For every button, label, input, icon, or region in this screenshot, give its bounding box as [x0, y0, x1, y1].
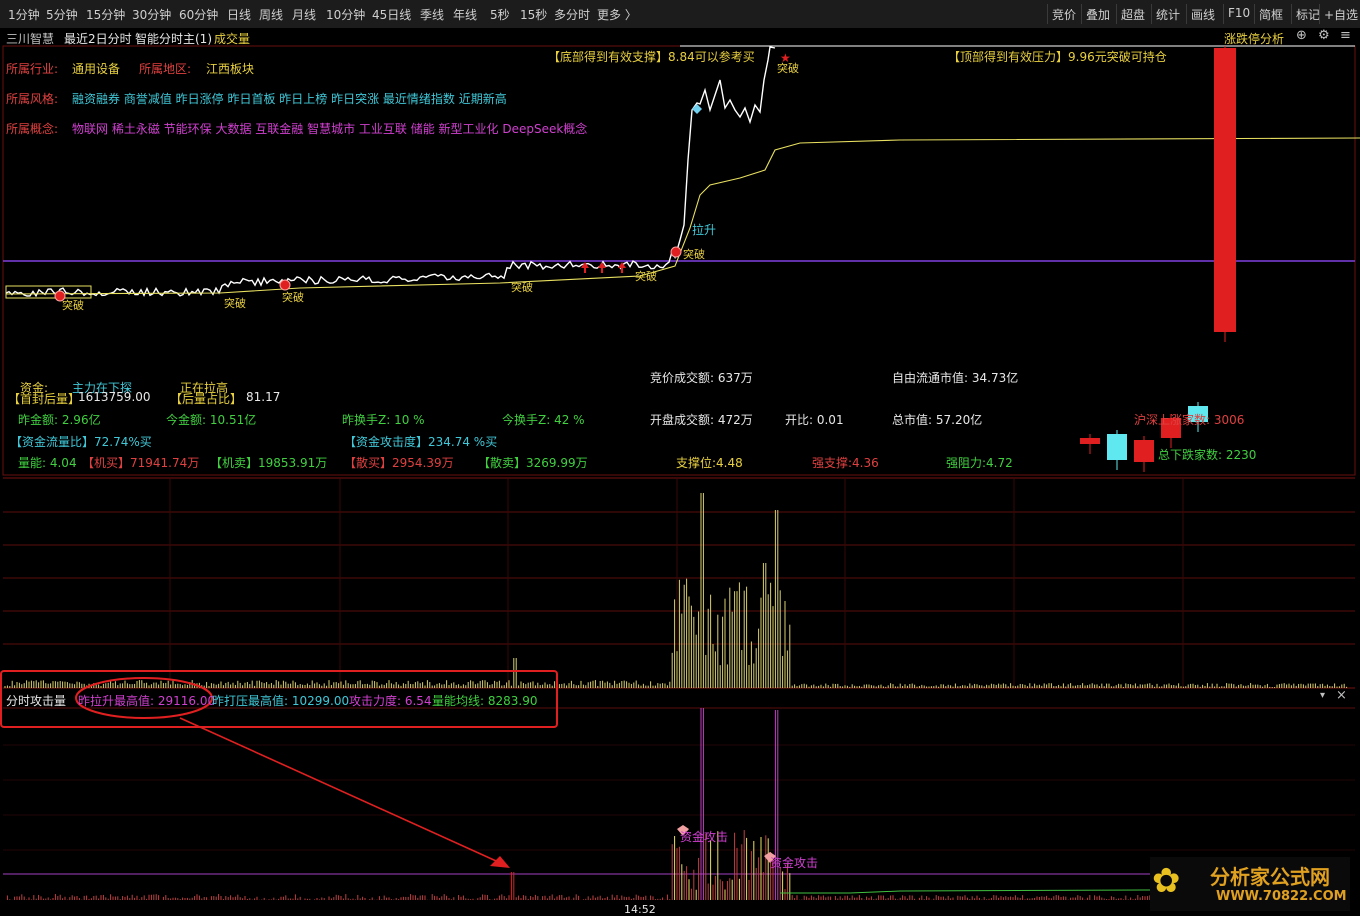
break-label-7: 突破: [777, 62, 799, 75]
open-ratio: 开比: 0.01: [785, 413, 844, 427]
market-up-count: 沪深上涨家数: 3006: [1134, 413, 1245, 427]
strong-support: 强支撑:4.36: [812, 456, 879, 470]
total-cap: 总市值: 57.20亿: [892, 413, 983, 427]
break-label-1: 突破: [62, 299, 84, 312]
pressure-note: 【顶部得到有效压力】9.96元突破可持仓: [948, 50, 1167, 64]
break-label-4: 突破: [511, 281, 533, 294]
attack-power: 攻击力度: 6.54: [349, 694, 432, 708]
retail-buy: 【散买】2954.39万: [344, 456, 454, 470]
vol-energy: 量能: 4.04: [18, 456, 77, 470]
free-cap: 自由流通市值: 34.73亿: [892, 371, 1019, 385]
annotation-arrow-line: [179, 717, 506, 866]
market-down-count: 总下跌家数: 2230: [1158, 448, 1257, 462]
auction-amount: 竞价成交额: 637万: [650, 371, 753, 385]
prev-turnover: 昨换手Z: 10 %: [342, 413, 425, 427]
attack-degree: 【资金攻击度】234.74 %买: [344, 435, 498, 449]
mini-candle-body: [1107, 434, 1127, 460]
support-note: 【底部得到有效支撑】8.84可以参考买: [548, 50, 755, 64]
open-amount: 开盘成交额: 472万: [650, 413, 753, 427]
concept-value[interactable]: 物联网 稀土永磁 节能环保 大数据 互联金融 智慧城市 工业互联 储能 新型工业…: [72, 120, 587, 137]
logo-url: WWW.70822.COM: [1216, 889, 1347, 904]
vol-avg: 量能均线: 8283.90: [432, 694, 538, 708]
break-marker-dot: [670, 246, 682, 258]
today-amount: 今金额: 10.51亿: [166, 413, 257, 427]
break-label-3: 突破: [282, 291, 304, 304]
region-label: 所属地区:: [139, 62, 192, 76]
mini-candle-body: [1080, 438, 1100, 444]
average-price-line: [5, 137, 1360, 295]
inst-buy: 【机买】71941.74万: [82, 456, 200, 470]
break-label-6: 突破: [683, 248, 705, 261]
inst-sell: 【机卖】19853.91万: [210, 456, 328, 470]
support-pos: 支撑位:4.48: [676, 456, 743, 470]
price-line: [5, 46, 776, 298]
attack-avg-line: [780, 889, 1151, 894]
logo-name: 分析家公式网: [1210, 865, 1330, 889]
retail-sell: 【散卖】3269.99万: [478, 456, 588, 470]
style-label: 所属风格:: [6, 92, 59, 106]
fund-attack-label-2: 资金攻击: [770, 856, 819, 870]
prev-amount: 昨金额: 2.96亿: [18, 413, 101, 427]
site-logo: ✿ 分析家公式网 WWW.70822.COM: [1150, 857, 1350, 911]
after-ratio-value: 81.17: [246, 390, 281, 404]
collapse-icon[interactable]: ▾: [1320, 690, 1325, 701]
first-seal-label: 【首封后量】: [8, 392, 81, 406]
candle-body: [1214, 48, 1236, 332]
first-seal-value: 1613759.00: [78, 390, 151, 404]
diamond-icon: [692, 104, 702, 114]
attack-title[interactable]: 分时攻击量: [6, 692, 66, 709]
fund-attack-label-1: 资金攻击: [680, 830, 729, 844]
industry-value[interactable]: 通用设备: [72, 60, 120, 77]
region-value[interactable]: 江西板块: [206, 60, 254, 77]
close-icon[interactable]: ×: [1336, 688, 1347, 703]
prev-press-max: 昨打压最高值: 10299.00: [212, 694, 350, 708]
industry-label: 所属行业:: [6, 62, 59, 76]
break-label-2: 突破: [224, 297, 246, 310]
flow-ratio: 【资金流量比】72.74%买: [10, 435, 152, 449]
mini-candle-body: [1134, 440, 1154, 462]
style-value[interactable]: 融资融券 商誉减值 昨日涨停 昨日首板 昨日上榜 昨日突涨 最近情绪指数 近期新…: [72, 90, 507, 107]
prev-pull-max: 昨拉升最高值: 29116.00: [78, 694, 216, 708]
annotation-arrowhead: [490, 856, 510, 868]
after-ratio-label: 【后量占比】: [170, 392, 243, 406]
break-label-5: 突破: [635, 270, 657, 283]
pull-label: 拉升: [692, 223, 717, 237]
flower-icon: ✿: [1152, 861, 1181, 901]
concept-label: 所属概念:: [6, 122, 59, 136]
strong-resist: 强阻力:4.72: [946, 456, 1013, 470]
today-turnover: 今换手Z: 42 %: [502, 413, 585, 427]
time-cursor-label: 14:52: [624, 903, 656, 916]
